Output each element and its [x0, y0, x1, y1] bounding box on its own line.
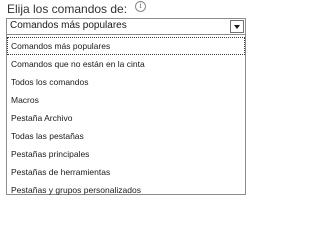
option-pestanas-y-grupos-personalizados[interactable]: Pestañas y grupos personalizados: [7, 181, 245, 199]
option-pestanas-de-herramientas[interactable]: Pestañas de herramientas: [7, 163, 245, 181]
option-comandos-no-en-cinta[interactable]: Comandos que no están en la cinta: [7, 55, 245, 73]
choose-commands-panel: Elija los comandos de: i Comandos más po…: [0, 0, 250, 200]
commands-source-dropdown[interactable]: Comandos más populares: [6, 18, 246, 35]
option-todos-los-comandos[interactable]: Todos los comandos: [7, 73, 245, 91]
option-macros[interactable]: Macros: [7, 91, 245, 109]
option-pestana-archivo[interactable]: Pestaña Archivo: [7, 109, 245, 127]
info-icon[interactable]: i: [135, 0, 147, 12]
commands-source-selected-value: Comandos más populares: [10, 20, 127, 31]
option-comandos-mas-populares[interactable]: Comandos más populares: [7, 37, 245, 55]
dropdown-toggle-button[interactable]: [230, 20, 244, 33]
option-pestanas-principales[interactable]: Pestañas principales: [7, 145, 245, 163]
choose-commands-label: Elija los comandos de:: [7, 2, 128, 16]
choose-commands-label-row: Elija los comandos de: i: [7, 0, 147, 17]
chevron-down-icon: [234, 25, 240, 29]
commands-source-options-list: Comandos más populares Comandos que no e…: [6, 35, 246, 195]
option-todas-las-pestanas[interactable]: Todas las pestañas: [7, 127, 245, 145]
